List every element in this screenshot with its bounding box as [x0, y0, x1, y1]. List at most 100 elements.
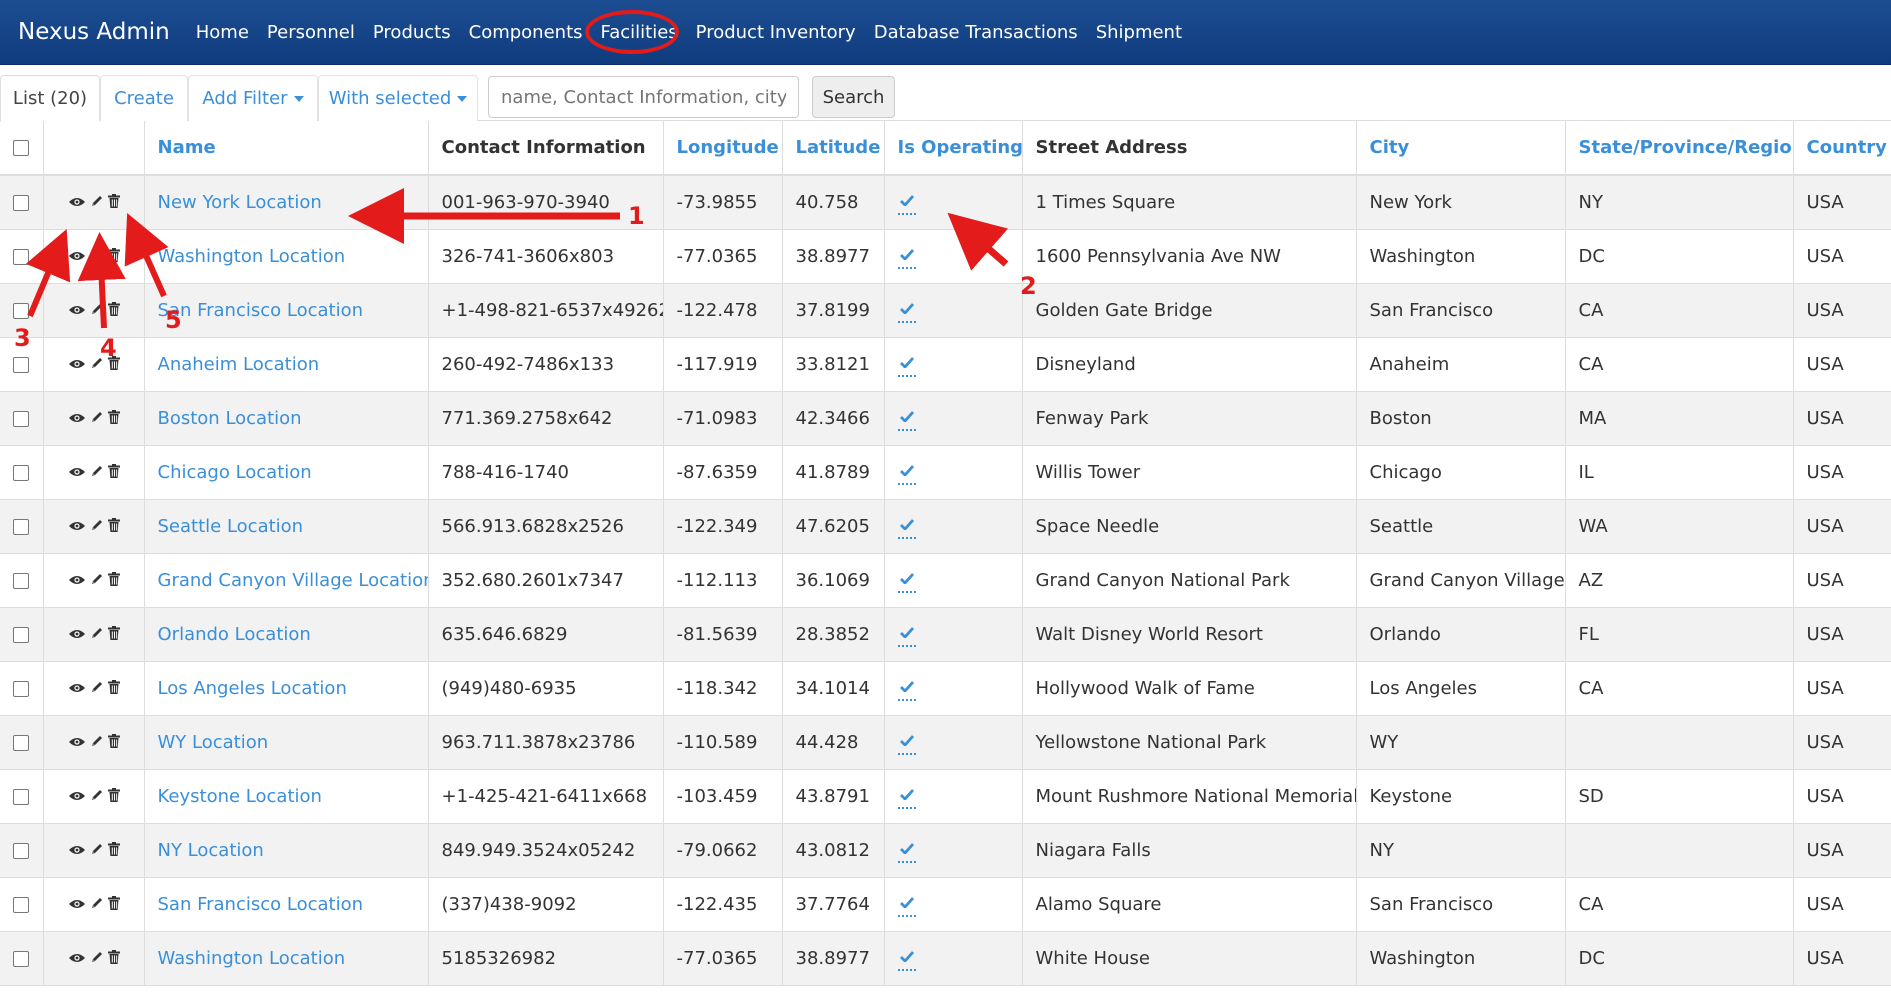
check-icon[interactable]: [897, 406, 916, 431]
cell-is-operating[interactable]: [883, 823, 1022, 878]
row-checkbox[interactable]: [13, 356, 30, 373]
search-input[interactable]: [488, 76, 799, 118]
row-checkbox[interactable]: [13, 518, 30, 535]
edit-icon[interactable]: [90, 894, 104, 915]
row-select-cell[interactable]: [0, 823, 43, 878]
delete-icon[interactable]: [107, 786, 120, 807]
delete-icon[interactable]: [107, 300, 120, 321]
delete-icon[interactable]: [107, 516, 120, 537]
cell-name[interactable]: New York Location: [143, 175, 428, 230]
cell-name[interactable]: San Francisco Location: [143, 877, 428, 932]
row-checkbox[interactable]: [13, 896, 30, 913]
row-checkbox[interactable]: [13, 248, 30, 265]
cell-is-operating[interactable]: [883, 769, 1022, 824]
cell-is-operating[interactable]: [883, 931, 1022, 986]
header-city[interactable]: City: [1355, 121, 1565, 176]
facility-name-link[interactable]: Boston Location: [158, 408, 302, 429]
checkbox[interactable]: [13, 140, 30, 156]
edit-icon[interactable]: [90, 678, 104, 699]
cell-name[interactable]: Washington Location: [143, 229, 428, 284]
facility-name-link[interactable]: San Francisco Location: [158, 894, 364, 915]
cell-name[interactable]: Boston Location: [143, 391, 428, 446]
nav-components[interactable]: Components: [469, 22, 583, 43]
edit-icon[interactable]: [90, 408, 104, 429]
nav-shipment[interactable]: Shipment: [1096, 22, 1182, 43]
cell-name[interactable]: San Francisco Location: [143, 283, 428, 338]
delete-icon[interactable]: [107, 192, 120, 213]
facility-name-link[interactable]: NY Location: [158, 840, 264, 861]
facility-name-link[interactable]: Chicago Location: [158, 462, 312, 483]
view-icon[interactable]: [68, 624, 86, 645]
row-checkbox[interactable]: [13, 626, 30, 643]
view-icon[interactable]: [68, 570, 86, 591]
nav-products[interactable]: Products: [373, 22, 451, 43]
view-icon[interactable]: [68, 354, 86, 375]
row-checkbox[interactable]: [13, 734, 30, 751]
header-state[interactable]: State/Province/Region: [1564, 121, 1793, 176]
edit-icon[interactable]: [90, 192, 104, 213]
row-select-cell[interactable]: [0, 715, 43, 770]
check-icon[interactable]: [897, 676, 916, 701]
header-country[interactable]: Country: [1792, 121, 1891, 176]
nav-database-transactions[interactable]: Database Transactions: [874, 22, 1078, 43]
header-latitude[interactable]: Latitude: [781, 121, 884, 176]
view-icon[interactable]: [68, 192, 86, 213]
cell-is-operating[interactable]: [883, 877, 1022, 932]
row-checkbox[interactable]: [13, 464, 30, 481]
delete-icon[interactable]: [107, 948, 120, 969]
cell-name[interactable]: Seattle Location: [143, 499, 428, 554]
cell-is-operating[interactable]: [883, 391, 1022, 446]
check-icon[interactable]: [897, 460, 916, 485]
edit-icon[interactable]: [90, 516, 104, 537]
cell-name[interactable]: WY Location: [143, 715, 428, 770]
row-checkbox[interactable]: [13, 194, 30, 211]
row-checkbox[interactable]: [13, 950, 30, 967]
row-select-cell[interactable]: [0, 175, 43, 230]
cell-is-operating[interactable]: [883, 553, 1022, 608]
view-icon[interactable]: [68, 300, 86, 321]
facility-name-link[interactable]: WY Location: [158, 732, 269, 753]
edit-icon[interactable]: [90, 624, 104, 645]
row-select-cell[interactable]: [0, 391, 43, 446]
delete-icon[interactable]: [107, 678, 120, 699]
cell-name[interactable]: Keystone Location: [143, 769, 428, 824]
check-icon[interactable]: [897, 946, 916, 971]
cell-is-operating[interactable]: [883, 175, 1022, 230]
view-icon[interactable]: [68, 786, 86, 807]
edit-icon[interactable]: [90, 570, 104, 591]
facility-name-link[interactable]: Anaheim Location: [158, 354, 320, 375]
row-checkbox[interactable]: [13, 680, 30, 697]
check-icon[interactable]: [897, 838, 916, 863]
facility-name-link[interactable]: Keystone Location: [158, 786, 322, 807]
row-select-cell[interactable]: [0, 553, 43, 608]
nav-personnel[interactable]: Personnel: [267, 22, 355, 43]
cell-is-operating[interactable]: [883, 499, 1022, 554]
header-is-operating[interactable]: Is Operating: [883, 121, 1022, 176]
cell-name[interactable]: NY Location: [143, 823, 428, 878]
delete-icon[interactable]: [107, 408, 120, 429]
check-icon[interactable]: [897, 244, 916, 269]
facility-name-link[interactable]: Washington Location: [158, 246, 346, 267]
view-icon[interactable]: [68, 894, 86, 915]
row-select-cell[interactable]: [0, 931, 43, 986]
check-icon[interactable]: [897, 568, 916, 593]
search-button[interactable]: Search: [812, 76, 895, 118]
header-longitude[interactable]: Longitude: [662, 121, 782, 176]
edit-icon[interactable]: [90, 948, 104, 969]
view-icon[interactable]: [68, 408, 86, 429]
view-icon[interactable]: [68, 840, 86, 861]
nav-home[interactable]: Home: [196, 22, 249, 43]
row-checkbox[interactable]: [13, 410, 30, 427]
view-icon[interactable]: [68, 516, 86, 537]
header-name[interactable]: Name: [143, 121, 428, 176]
cell-name[interactable]: Chicago Location: [143, 445, 428, 500]
cell-name[interactable]: Grand Canyon Village Location: [143, 553, 428, 608]
delete-icon[interactable]: [107, 732, 120, 753]
row-checkbox[interactable]: [13, 842, 30, 859]
facility-name-link[interactable]: Seattle Location: [158, 516, 304, 537]
delete-icon[interactable]: [107, 624, 120, 645]
cell-name[interactable]: Anaheim Location: [143, 337, 428, 392]
facility-name-link[interactable]: Washington Location: [158, 948, 346, 969]
cell-is-operating[interactable]: [883, 661, 1022, 716]
view-icon[interactable]: [68, 462, 86, 483]
